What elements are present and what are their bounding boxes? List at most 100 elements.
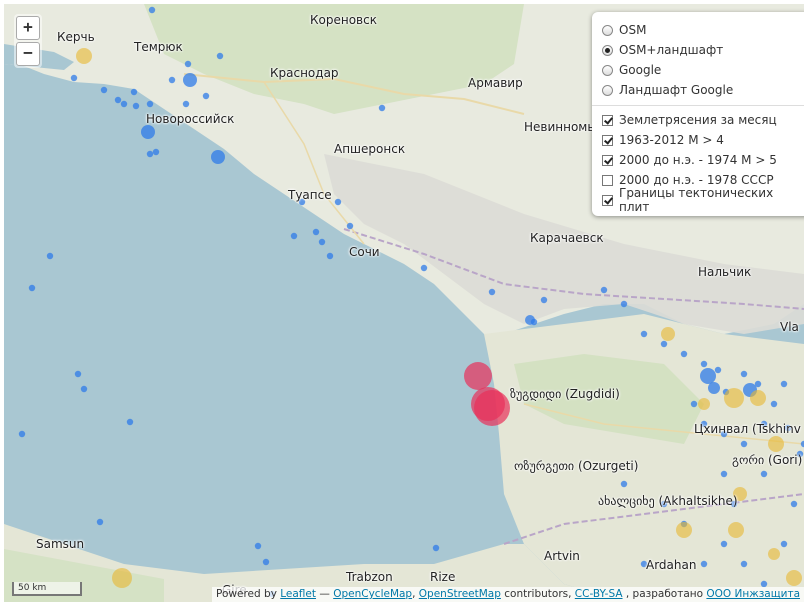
overlay-layer-option[interactable]: Границы тектонических плит (602, 186, 804, 214)
earthquake-historic-marker[interactable] (750, 390, 766, 406)
earthquake-1963-2012-marker[interactable] (800, 440, 804, 448)
earthquake-historic-marker[interactable] (728, 522, 744, 538)
earthquake-1963-2012-marker[interactable] (18, 430, 26, 438)
earthquake-1963-2012-marker[interactable] (28, 284, 36, 292)
earthquake-historic-marker[interactable] (698, 398, 710, 410)
openstreetmap-link[interactable]: OpenStreetMap (419, 588, 501, 600)
earthquake-1963-2012-marker[interactable] (216, 52, 224, 60)
earthquake-1963-2012-marker[interactable] (202, 92, 210, 100)
earthquake-1963-2012-marker[interactable] (132, 102, 140, 110)
earthquake-1963-2012-marker[interactable] (114, 96, 122, 104)
earthquake-1963-2012-marker[interactable] (708, 382, 720, 394)
earthquake-1963-2012-marker[interactable] (254, 542, 262, 550)
earthquake-1963-2012-marker[interactable] (346, 222, 354, 230)
earthquake-1963-2012-marker[interactable] (488, 288, 496, 296)
earthquake-1963-2012-marker[interactable] (211, 150, 225, 164)
earthquake-1963-2012-marker[interactable] (130, 88, 138, 96)
earthquake-1963-2012-marker[interactable] (182, 100, 190, 108)
earthquake-1963-2012-marker[interactable] (168, 76, 176, 84)
earthquake-1963-2012-marker[interactable] (120, 100, 128, 108)
earthquake-1963-2012-marker[interactable] (740, 370, 748, 378)
earthquake-1963-2012-marker[interactable] (290, 232, 298, 240)
earthquake-historic-marker[interactable] (112, 568, 132, 588)
earthquake-1963-2012-marker[interactable] (790, 500, 798, 508)
earthquake-historic-marker[interactable] (76, 48, 92, 64)
earthquake-historic-marker[interactable] (768, 436, 784, 452)
earthquake-1963-2012-marker[interactable] (74, 370, 82, 378)
earthquake-1963-2012-marker[interactable] (148, 6, 156, 14)
company-link[interactable]: ООО Инжзащита (706, 588, 800, 600)
earthquake-historic-marker[interactable] (661, 327, 675, 341)
earthquake-1963-2012-marker[interactable] (700, 560, 708, 568)
earthquake-1963-2012-marker[interactable] (80, 385, 88, 393)
earthquake-recent-marker[interactable] (464, 362, 492, 390)
earthquake-1963-2012-marker[interactable] (100, 86, 108, 94)
earthquake-1963-2012-marker[interactable] (126, 418, 134, 426)
earthquake-1963-2012-marker[interactable] (770, 400, 778, 408)
earthquake-1963-2012-marker[interactable] (760, 470, 768, 478)
base-layer-option[interactable]: Google (602, 60, 804, 80)
base-layer-option[interactable]: OSM+ландшафт (602, 40, 804, 60)
earthquake-1963-2012-marker[interactable] (183, 73, 197, 87)
checkbox[interactable] (602, 114, 613, 126)
earthquake-1963-2012-marker[interactable] (318, 238, 326, 246)
earthquake-1963-2012-marker[interactable] (96, 518, 104, 526)
earthquake-1963-2012-marker[interactable] (152, 148, 160, 156)
earthquake-1963-2012-marker[interactable] (378, 104, 386, 112)
earthquake-1963-2012-marker[interactable] (432, 544, 440, 552)
overlay-layer-option[interactable]: Землетрясения за месяц (602, 110, 804, 130)
zoom-in-button[interactable]: + (16, 16, 40, 40)
earthquake-historic-marker[interactable] (724, 388, 744, 408)
earthquake-1963-2012-marker[interactable] (660, 340, 668, 348)
earthquake-1963-2012-marker[interactable] (184, 60, 192, 68)
earthquake-1963-2012-marker[interactable] (680, 350, 688, 358)
checkbox[interactable] (602, 174, 613, 186)
radio-button[interactable] (602, 64, 613, 76)
earthquake-1963-2012-marker[interactable] (326, 252, 334, 260)
base-layer-option[interactable]: Ландшафт Google (602, 80, 804, 100)
leaflet-link[interactable]: Leaflet (280, 588, 316, 600)
earthquake-1963-2012-marker[interactable] (780, 540, 788, 548)
earthquake-1963-2012-marker[interactable] (780, 380, 788, 388)
radio-button[interactable] (602, 44, 613, 56)
earthquake-1963-2012-marker[interactable] (700, 368, 716, 384)
checkbox[interactable] (602, 154, 613, 166)
earthquake-1963-2012-marker[interactable] (700, 360, 708, 368)
earthquake-1963-2012-marker[interactable] (740, 560, 748, 568)
earthquake-1963-2012-marker[interactable] (740, 440, 748, 448)
earthquake-1963-2012-marker[interactable] (312, 228, 320, 236)
opencyclemap-link[interactable]: OpenCycleMap (333, 588, 412, 600)
earthquake-1963-2012-marker[interactable] (146, 150, 154, 158)
radio-button[interactable] (602, 84, 613, 96)
license-link[interactable]: CC-BY-SA (575, 588, 623, 600)
base-layer-option[interactable]: OSM (602, 20, 804, 40)
map-canvas[interactable]: Керчь Темрюк Кореновск Краснодар Армавир Ново… (4, 4, 804, 602)
earthquake-1963-2012-marker[interactable] (146, 100, 154, 108)
earthquake-1963-2012-marker[interactable] (620, 300, 628, 308)
earthquake-1963-2012-marker[interactable] (334, 198, 342, 206)
earthquake-1963-2012-marker[interactable] (420, 264, 428, 272)
earthquake-1963-2012-marker[interactable] (141, 125, 155, 139)
earthquake-1963-2012-marker[interactable] (690, 400, 698, 408)
earthquake-1963-2012-marker[interactable] (714, 366, 722, 374)
earthquake-historic-marker[interactable] (768, 548, 780, 560)
earthquake-1963-2012-marker[interactable] (46, 252, 54, 260)
earthquake-1963-2012-marker[interactable] (640, 330, 648, 338)
earthquake-1963-2012-marker[interactable] (720, 470, 728, 478)
earthquake-historic-marker[interactable] (786, 570, 802, 586)
earthquake-historic-marker[interactable] (676, 522, 692, 538)
checkbox[interactable] (602, 194, 613, 206)
earthquake-recent-marker[interactable] (474, 390, 510, 426)
earthquake-1963-2012-marker[interactable] (540, 296, 548, 304)
checkbox[interactable] (602, 134, 613, 146)
overlay-layer-option[interactable]: 2000 до н.э. - 1974 M > 5 (602, 150, 804, 170)
earthquake-1963-2012-marker[interactable] (720, 540, 728, 548)
radio-button[interactable] (602, 24, 613, 36)
earthquake-1963-2012-marker[interactable] (620, 480, 628, 488)
earthquake-1963-2012-marker[interactable] (262, 558, 270, 566)
overlay-layer-option[interactable]: 1963-2012 M > 4 (602, 130, 804, 150)
earthquake-1963-2012-marker[interactable] (600, 286, 608, 294)
zoom-out-button[interactable]: − (16, 42, 40, 66)
earthquake-1963-2012-marker[interactable] (70, 74, 78, 82)
earthquake-1963-2012-marker[interactable] (525, 315, 535, 325)
